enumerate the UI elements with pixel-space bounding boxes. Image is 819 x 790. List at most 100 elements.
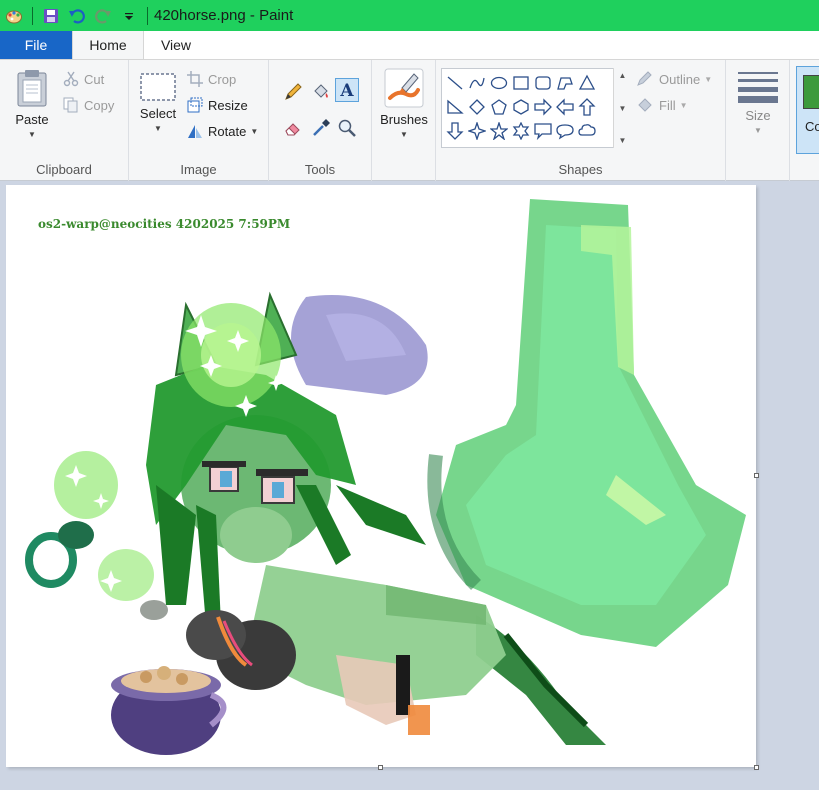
line-shape-icon[interactable]: [444, 71, 466, 95]
outline-dropdown-icon[interactable]: ▼: [704, 75, 712, 84]
rotate-button[interactable]: Rotate ▼: [187, 120, 258, 142]
four-point-star-shape-icon[interactable]: [466, 119, 488, 143]
paste-button[interactable]: Paste ▼: [12, 68, 52, 139]
brushes-button[interactable]: Brushes ▼: [376, 68, 432, 139]
shapes-gallery-scroll[interactable]: ▲ ▼ ▼: [613, 68, 631, 148]
fill-button[interactable]: Fill ▼: [636, 94, 688, 116]
left-arrow-shape-icon[interactable]: [554, 95, 576, 119]
qat-separator-2: [147, 6, 148, 25]
brushes-label: Brushes: [380, 112, 428, 127]
scissors-icon: [63, 71, 79, 87]
select-button[interactable]: Select ▼: [138, 72, 178, 133]
heart-shape-icon[interactable]: [444, 143, 466, 147]
shapes-gallery[interactable]: [441, 68, 631, 148]
color-picker-icon[interactable]: [309, 116, 333, 140]
shapes-group: ▲ ▼ ▼ Outline ▼ Fill ▼ Shapes: [436, 60, 726, 181]
copy-label: Copy: [84, 97, 115, 113]
paste-icon: [17, 70, 47, 107]
oval-callout-shape-icon[interactable]: [554, 119, 576, 143]
size-label: Size: [745, 108, 771, 123]
resize-icon: [187, 97, 203, 113]
scroll-up-icon[interactable]: ▲: [619, 71, 627, 80]
qat-separator: [32, 6, 33, 25]
clipboard-group: Paste ▼ Cut Copy Clipboard: [0, 60, 129, 181]
five-point-star-shape-icon[interactable]: [488, 119, 510, 143]
polygon-shape-icon[interactable]: [554, 71, 576, 95]
curve-shape-icon[interactable]: [466, 71, 488, 95]
pencil-icon[interactable]: [281, 80, 305, 104]
size-button[interactable]: Size ▼: [734, 70, 782, 135]
size-dropdown-icon[interactable]: ▼: [754, 126, 762, 135]
rounded-rectangle-shape-icon[interactable]: [532, 71, 554, 95]
resize-button[interactable]: Resize: [187, 94, 248, 116]
select-dropdown-icon[interactable]: ▼: [154, 124, 162, 133]
title-bar: 420horse.png - Paint: [0, 0, 819, 31]
resize-handle-corner[interactable]: [754, 765, 759, 770]
redo-icon[interactable]: [91, 4, 115, 28]
brush-icon: [384, 68, 424, 108]
save-icon[interactable]: [39, 4, 63, 28]
brushes-group: Brushes ▼: [372, 60, 436, 181]
hexagon-shape-icon[interactable]: [510, 95, 532, 119]
ribbon-tabs: File Home View: [0, 31, 819, 59]
rect-callout-shape-icon[interactable]: [532, 119, 554, 143]
clipboard-group-label: Clipboard: [36, 162, 92, 177]
customize-qat-icon[interactable]: [117, 4, 141, 28]
fill-dropdown-icon[interactable]: ▼: [680, 101, 688, 110]
triangle-shape-icon[interactable]: [576, 71, 598, 95]
scroll-down-icon[interactable]: ▼: [619, 104, 627, 113]
rotate-icon: [188, 125, 202, 138]
paint-app-icon[interactable]: [2, 4, 26, 28]
canvas-workspace[interactable]: os2-warp@neocities 4202025 7:59PM: [0, 181, 819, 790]
down-arrow-shape-icon[interactable]: [444, 119, 466, 143]
paste-dropdown-icon[interactable]: ▼: [28, 130, 36, 139]
size-group: Size ▼: [726, 60, 790, 181]
artwork-signature: os2-warp@neocities 4202025 7:59PM: [38, 217, 291, 231]
magnifier-icon[interactable]: [335, 116, 359, 140]
image-group-label: Image: [180, 162, 217, 177]
paste-label: Paste: [15, 112, 49, 127]
select-rectangle-icon: [140, 73, 176, 101]
diamond-shape-icon[interactable]: [466, 95, 488, 119]
six-point-star-shape-icon[interactable]: [510, 119, 532, 143]
copy-icon: [63, 97, 78, 113]
shapes-group-label: Shapes: [558, 162, 603, 177]
outline-label: Outline: [659, 71, 701, 87]
gallery-expand-icon[interactable]: ▼: [619, 136, 627, 145]
rectangle-shape-icon[interactable]: [510, 71, 532, 95]
undo-icon[interactable]: [65, 4, 89, 28]
right-arrow-shape-icon[interactable]: [532, 95, 554, 119]
line-size-icon: [738, 72, 778, 103]
right-triangle-shape-icon[interactable]: [444, 95, 466, 119]
image-group: Select ▼ Crop Resize Rotate ▼ Image: [129, 60, 269, 181]
rotate-label: Rotate: [208, 123, 247, 139]
eraser-icon[interactable]: [281, 116, 305, 140]
select-label: Select: [139, 106, 177, 121]
outline-pen-icon: [637, 71, 652, 86]
copy-button[interactable]: Copy: [63, 94, 114, 116]
tab-home[interactable]: Home: [72, 31, 144, 59]
cloud-callout-shape-icon[interactable]: [576, 119, 598, 143]
shapes-grid: [442, 69, 630, 147]
tab-view[interactable]: View: [144, 31, 208, 59]
outline-button[interactable]: Outline ▼: [636, 68, 712, 90]
fill-bucket-icon[interactable]: [309, 80, 333, 104]
brushes-dropdown-icon[interactable]: ▼: [400, 130, 408, 139]
artwork-illustration: [25, 199, 746, 755]
text-tool-icon[interactable]: A: [335, 78, 359, 102]
tab-file[interactable]: File: [0, 31, 72, 59]
up-arrow-shape-icon[interactable]: [576, 95, 598, 119]
cut-button[interactable]: Cut: [63, 68, 104, 90]
resize-handle-right[interactable]: [754, 473, 759, 478]
fill-label: Fill: [659, 97, 676, 113]
resize-label: Resize: [208, 97, 248, 113]
active-color-swatch: [803, 75, 819, 109]
oval-shape-icon[interactable]: [488, 71, 510, 95]
window-title: 420horse.png - Paint: [154, 7, 294, 24]
color-1-button[interactable]: Co: [796, 66, 819, 154]
pentagon-shape-icon[interactable]: [488, 95, 510, 119]
resize-handle-bottom[interactable]: [378, 765, 383, 770]
rotate-dropdown-icon[interactable]: ▼: [250, 127, 258, 136]
drawing-canvas[interactable]: os2-warp@neocities 4202025 7:59PM: [6, 185, 756, 767]
crop-button[interactable]: Crop: [187, 68, 236, 90]
